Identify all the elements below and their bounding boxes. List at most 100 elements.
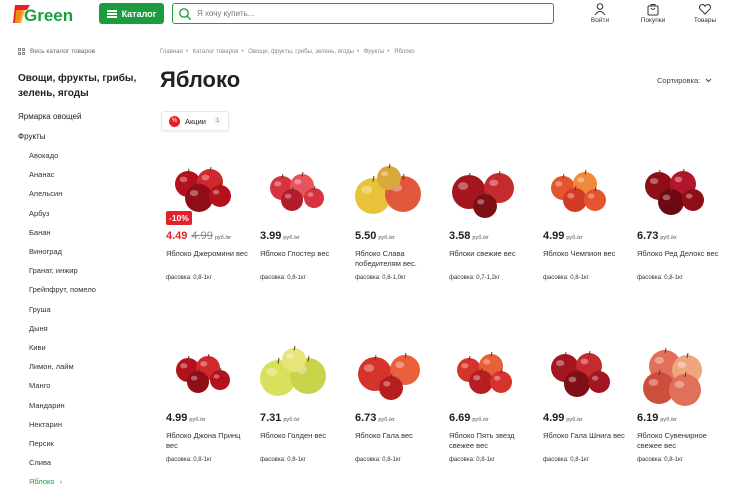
page-title: Яблоко bbox=[160, 67, 241, 92]
sidebar-item[interactable]: Яблоко › bbox=[29, 477, 62, 486]
sidebar-item[interactable]: Банан bbox=[29, 228, 51, 237]
purchases-button[interactable]: Покупки bbox=[633, 2, 673, 24]
product-image[interactable] bbox=[441, 148, 531, 228]
product-name[interactable]: Яблоко Джеромини вес bbox=[166, 249, 254, 259]
sidebar-item[interactable]: Лимон, лайм bbox=[29, 362, 74, 371]
breadcrumb-item[interactable]: Фрукты bbox=[364, 49, 385, 55]
product-image[interactable] bbox=[252, 148, 342, 228]
sidebar-item[interactable]: Мандарин bbox=[29, 401, 65, 410]
product-pack-size: фасовка: 0,8-1,0кг bbox=[355, 275, 406, 281]
product-card[interactable]: 3.58 руб./кг Яблоки свежие вес фасовка: 0,7… bbox=[441, 148, 531, 298]
breadcrumb-item[interactable]: Овощи, фрукты, грибы, зелень, ягоды bbox=[248, 49, 354, 55]
breadcrumb-item[interactable]: Каталог товаров bbox=[193, 49, 239, 55]
product-price: 4.99 руб./кг bbox=[543, 412, 583, 424]
sidebar-item[interactable]: Виноград bbox=[29, 247, 62, 256]
search-icon[interactable] bbox=[178, 7, 192, 21]
product-card[interactable]: 4.99 руб./кг Яблоко Гала Шнига вес фасовка:… bbox=[535, 330, 625, 480]
product-card[interactable]: 3.99 руб./кг Яблоко Глостер вес фасовка: 0,… bbox=[252, 148, 342, 298]
product-card[interactable]: 5.50 руб./кг Яблоко Слава победителям вес.… bbox=[347, 148, 437, 298]
price-value: 5.50 bbox=[355, 230, 377, 242]
product-card[interactable]: 6.73 руб./кг Яблоко Гала вес фасовка: 0,8-1… bbox=[347, 330, 437, 480]
price-unit: руб./кг bbox=[566, 235, 583, 241]
product-name[interactable]: Яблоко Джона Принц вес bbox=[166, 431, 254, 451]
price-unit: руб./кг bbox=[660, 417, 677, 423]
product-card[interactable]: 4.99 руб./кг Яблоко Чемпион вес фасовка: 0,… bbox=[535, 148, 625, 298]
price-value: 6.19 bbox=[637, 412, 659, 424]
product-card[interactable]: 6.69 руб./кг Яблоко Пять звезд свежее вес ф… bbox=[441, 330, 531, 480]
sidebar-item-label: Банан bbox=[29, 227, 51, 237]
product-name[interactable]: Яблоко Гала Шнига вес bbox=[543, 431, 631, 441]
product-name[interactable]: Яблоко Глостер вес bbox=[260, 249, 348, 259]
product-image[interactable] bbox=[347, 330, 437, 410]
login-button[interactable]: Войти bbox=[580, 2, 620, 24]
sidebar-item-label: Арбуз bbox=[29, 208, 50, 218]
promo-chip-label: Акции bbox=[185, 116, 206, 126]
product-price: 3.58 руб./кг bbox=[449, 230, 489, 242]
sidebar-item[interactable]: Груша bbox=[29, 305, 51, 314]
product-image[interactable] bbox=[158, 330, 248, 410]
sidebar-item[interactable]: Арбуз bbox=[29, 209, 50, 218]
product-image[interactable] bbox=[629, 148, 719, 228]
price-unit: руб./кг bbox=[189, 417, 206, 423]
product-image[interactable] bbox=[535, 330, 625, 410]
sidebar-section-title[interactable]: Овощи, фрукты, грибы, зелень, ягоды bbox=[18, 71, 138, 101]
sidebar-item-label: Гранат, инжир bbox=[29, 266, 78, 276]
goods-button[interactable]: Товары bbox=[685, 2, 725, 24]
product-image[interactable] bbox=[441, 330, 531, 410]
product-name[interactable]: Яблоки свежие вес bbox=[449, 249, 537, 259]
sidebar-item-label: Слива bbox=[29, 458, 52, 468]
sidebar-item[interactable]: Нектарин bbox=[29, 420, 62, 429]
breadcrumb-item[interactable]: Главная bbox=[160, 49, 183, 55]
logo-text: Green bbox=[24, 6, 73, 25]
product-name[interactable]: Яблоко Сувенирное свежее вес bbox=[637, 431, 725, 451]
catalog-button[interactable]: Каталог bbox=[99, 3, 164, 24]
price-value: 4.99 bbox=[543, 230, 565, 242]
product-name[interactable]: Яблоко Пять звезд свежее вес bbox=[449, 431, 537, 451]
product-price: 6.69 руб./кг bbox=[449, 412, 489, 424]
heart-icon bbox=[698, 4, 712, 15]
sidebar-item[interactable]: Дыня bbox=[29, 324, 48, 333]
product-pack-size: фасовка: 0,8-1кг bbox=[543, 275, 589, 281]
sort-dropdown[interactable]: Сортировка: bbox=[657, 76, 712, 85]
percent-icon: % bbox=[169, 115, 180, 127]
sidebar-item-label: Апельсин bbox=[29, 189, 63, 199]
price-value: 6.73 bbox=[637, 230, 659, 242]
sidebar-item[interactable]: Авокадо bbox=[29, 151, 58, 160]
sidebar-item-fruits[interactable]: Фрукты bbox=[18, 132, 45, 141]
product-card[interactable]: 6.19 руб./кг Яблоко Сувенирное свежее вес ф… bbox=[629, 330, 719, 480]
sidebar-item-fair[interactable]: Ярмарка овощей bbox=[18, 112, 81, 121]
sidebar-item[interactable]: Ананас bbox=[29, 170, 54, 179]
sidebar-item[interactable]: Грейпфрут, помело bbox=[29, 285, 96, 294]
sidebar-item[interactable]: Киви bbox=[29, 343, 46, 352]
product-name[interactable]: Яблоко Слава победителям вес. bbox=[355, 249, 443, 269]
product-name[interactable]: Яблоко Чемпион вес bbox=[543, 249, 631, 259]
product-card[interactable]: 7.31 руб./кг Яблоко Голден вес фасовка: 0,8… bbox=[252, 330, 342, 480]
all-catalog-link[interactable]: Весь каталог товаров bbox=[18, 48, 95, 55]
product-image[interactable] bbox=[535, 148, 625, 228]
sidebar-item[interactable]: Гранат, инжир bbox=[29, 266, 78, 275]
price-unit: руб./кг bbox=[472, 417, 489, 423]
discount-badge: -10% bbox=[166, 211, 192, 225]
product-card[interactable]: 6.73 руб./кг Яблоко Ред Делокс вес фасовка:… bbox=[629, 148, 719, 298]
green-logo[interactable]: Green bbox=[10, 2, 82, 26]
product-name[interactable]: Яблоко Ред Делокс вес bbox=[637, 249, 725, 259]
user-icon bbox=[594, 3, 606, 16]
sidebar-item[interactable]: Манго bbox=[29, 381, 50, 390]
chevron-right-icon: › bbox=[57, 477, 63, 487]
product-card[interactable]: 4.99 руб./кг Яблоко Джона Принц вес фасовка… bbox=[158, 330, 248, 480]
product-price: 6.73 руб./кг bbox=[355, 412, 395, 424]
product-image[interactable] bbox=[347, 148, 437, 228]
purchases-label: Покупки bbox=[640, 17, 666, 24]
sidebar-item[interactable]: Персик bbox=[29, 439, 54, 448]
sidebar-item-label: Нектарин bbox=[29, 419, 62, 429]
product-image[interactable] bbox=[629, 330, 719, 410]
sidebar-item-label: Яблоко bbox=[29, 477, 55, 487]
promo-filter-chip[interactable]: % Акции 1 bbox=[161, 111, 229, 131]
product-image[interactable] bbox=[252, 330, 342, 410]
product-name[interactable]: Яблоко Гала вес bbox=[355, 431, 443, 441]
product-card[interactable]: -10% 4.49 4.99 руб./кг Яблоко Джеромини вес ф… bbox=[158, 148, 248, 298]
sidebar-item[interactable]: Слива bbox=[29, 458, 51, 467]
product-name[interactable]: Яблоко Голден вес bbox=[260, 431, 348, 441]
sidebar-item[interactable]: Апельсин bbox=[29, 189, 62, 198]
search-input[interactable] bbox=[197, 9, 537, 18]
